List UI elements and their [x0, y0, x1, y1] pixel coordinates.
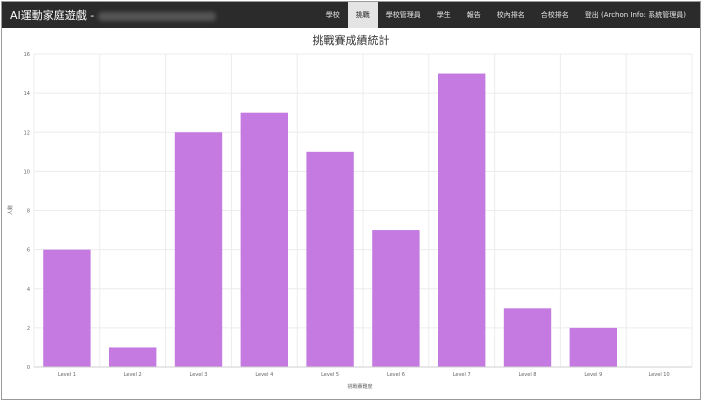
x-tick-label: Level 2 — [124, 372, 142, 378]
y-tick-label: 6 — [27, 248, 30, 254]
nav-item-all-school-ranking[interactable]: 合校排名 — [533, 2, 577, 28]
bar-level-2[interactable] — [109, 347, 157, 367]
challenge-score-chart: 挑戰賽成績統計 0 2 4 6 8 10 12 14 16 Level 1 Level 2 Level… — [7, 33, 693, 390]
x-tick-label: Level 3 — [190, 372, 208, 378]
x-axis-title: 挑戰賽難度 — [347, 383, 372, 390]
nav-item-reports[interactable]: 報告 — [459, 2, 489, 28]
top-navbar: AI運動家庭遊戲 - 學校 挑戰 學校管理員 學生 報告 校內排名 合校排名 登… — [2, 2, 700, 28]
main-nav: 學校 挑戰 學校管理員 學生 報告 校內排名 合校排名 登出 (Archon I… — [318, 2, 694, 28]
x-tick-label: Level 4 — [255, 372, 273, 378]
app-window: AI運動家庭遊戲 - 學校 挑戰 學校管理員 學生 報告 校內排名 合校排名 登… — [1, 1, 701, 400]
x-tick-label: Level 1 — [58, 372, 76, 378]
nav-item-students[interactable]: 學生 — [429, 2, 459, 28]
x-tick-label: Level 9 — [584, 372, 602, 378]
redacted-school-name — [98, 11, 217, 21]
chart-bars — [43, 73, 617, 367]
x-tick-label: Level 7 — [453, 372, 471, 378]
x-tick-label: Level 5 — [321, 372, 339, 378]
y-tick-label: 16 — [24, 52, 30, 58]
y-axis-title: 人數 — [7, 205, 14, 215]
logout-link[interactable]: 登出 (Archon Info: 系統管理員) — [577, 2, 694, 28]
x-tick-label: Level 6 — [387, 372, 405, 378]
app-title: AI運動家庭遊戲 - — [10, 9, 95, 22]
chart-grid — [33, 53, 693, 368]
bar-level-5[interactable] — [306, 151, 354, 367]
y-tick-label: 2 — [27, 326, 30, 332]
x-tick-label: Level 10 — [649, 372, 670, 378]
y-tick-label: 10 — [24, 169, 30, 175]
nav-item-challenge[interactable]: 挑戰 — [347, 2, 378, 28]
app-brand[interactable]: AI運動家庭遊戲 - — [10, 7, 217, 23]
nav-item-school[interactable]: 學校 — [318, 2, 348, 28]
bar-level-8[interactable] — [503, 308, 552, 367]
bar-level-6[interactable] — [372, 230, 420, 367]
bar-level-3[interactable] — [174, 132, 223, 367]
nav-item-school-ranking[interactable]: 校內排名 — [489, 2, 533, 28]
x-tick-label: Level 8 — [519, 372, 537, 378]
nav-item-school-admin[interactable]: 學校管理員 — [378, 2, 429, 28]
bar-level-1[interactable] — [43, 249, 91, 367]
y-tick-label: 0 — [27, 365, 30, 371]
bar-level-4[interactable] — [240, 112, 288, 367]
bar-level-7[interactable] — [438, 73, 486, 367]
chart-title: 挑戰賽成績統計 — [313, 33, 390, 47]
bar-level-9[interactable] — [569, 327, 617, 367]
y-tick-label: 4 — [27, 287, 30, 293]
y-tick-label: 14 — [24, 91, 30, 97]
y-tick-label: 12 — [24, 130, 30, 136]
y-tick-label: 8 — [27, 209, 30, 215]
